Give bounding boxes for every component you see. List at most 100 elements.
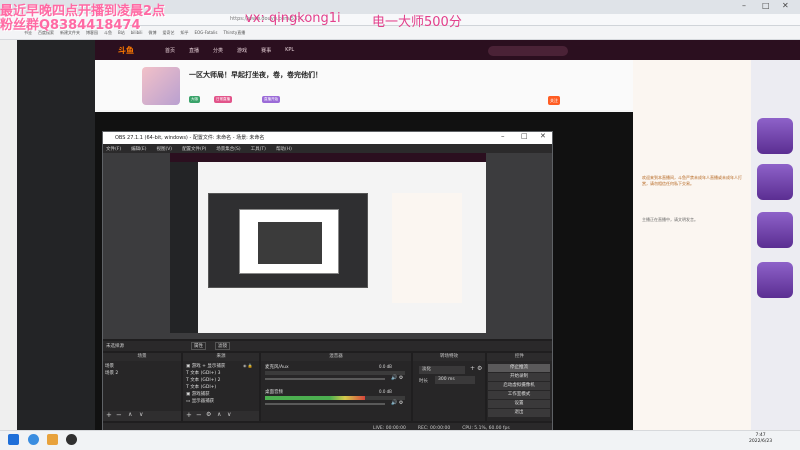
windows-start-icon[interactable] bbox=[8, 434, 19, 445]
mixer-track-name: 桌面音频 bbox=[265, 390, 283, 395]
source-label: 文本 (GDI+) 2 bbox=[190, 378, 221, 383]
taskbar-clock[interactable]: 7:47 2022/6/23 bbox=[749, 433, 772, 445]
source-label: 显示器捕获 bbox=[191, 399, 215, 404]
browser-side-panel bbox=[0, 40, 17, 430]
menu-help[interactable]: 帮助(H) bbox=[276, 146, 292, 152]
room-tag[interactable]: 直播开始 bbox=[262, 96, 280, 103]
source-label: 游戏 + 显示捕获 bbox=[191, 364, 226, 369]
menu-file[interactable]: 文件(F) bbox=[106, 146, 121, 152]
chat-message: 欢迎来到本直播间，斗鱼严禁未成年人直播或未成年人打赏，请勿相信任何私下交易。 bbox=[642, 175, 742, 186]
obs-menubar: 文件(F) 编辑(E) 视图(V) 配置文件(P) 场景集合(S) 工具(T) … bbox=[103, 144, 552, 153]
follow-button[interactable]: 关注 bbox=[548, 96, 560, 105]
scene-item[interactable]: 场景 bbox=[105, 363, 114, 369]
minimize-icon[interactable]: – bbox=[742, 1, 746, 10]
gift-item[interactable] bbox=[757, 118, 793, 154]
scene-item[interactable]: 场景 2 bbox=[105, 370, 118, 376]
source-item[interactable]: ▣ 游戏捕获 bbox=[186, 391, 210, 397]
nav-kpl[interactable]: KPL bbox=[285, 47, 294, 53]
source-item[interactable]: ▣ 游戏 + 显示捕获 bbox=[186, 363, 225, 369]
duration-input[interactable]: 300 ms bbox=[435, 376, 475, 384]
virtual-camera-button[interactable]: 启动虚拟摄像机 bbox=[488, 382, 550, 390]
obs-close-icon[interactable]: ✕ bbox=[540, 132, 546, 140]
bookmark-item[interactable]: Thirsty直播 bbox=[223, 30, 245, 36]
transition-select[interactable]: 淡化 bbox=[419, 366, 465, 374]
room-tag[interactable]: 日常直播 bbox=[214, 96, 232, 103]
scenes-dock-header: 场景 bbox=[103, 353, 181, 361]
chat-message: 主播正在直播中，请文明发言。 bbox=[642, 217, 698, 222]
preview-capture-chat bbox=[392, 193, 462, 303]
add-scene-icon[interactable]: + bbox=[106, 411, 112, 419]
menu-scene-collection[interactable]: 场景集合(S) bbox=[216, 146, 240, 152]
menu-tools[interactable]: 工具(T) bbox=[251, 146, 266, 152]
bookmark-item[interactable]: 知乎 bbox=[181, 30, 189, 36]
properties-button[interactable]: 属性 bbox=[191, 342, 206, 350]
start-recording-button[interactable]: 开始录制 bbox=[488, 373, 550, 381]
move-up-icon[interactable]: ∧ bbox=[217, 411, 221, 418]
source-settings-icon[interactable]: ⚙ bbox=[206, 411, 211, 418]
mixer-track-name: 麦克风/Aux bbox=[265, 365, 289, 370]
site-sidebar bbox=[17, 40, 95, 430]
file-explorer-icon[interactable] bbox=[47, 434, 58, 445]
gift-item[interactable] bbox=[757, 212, 793, 248]
volume-meter bbox=[265, 371, 405, 375]
nav-events[interactable]: 赛事 bbox=[261, 47, 271, 54]
speaker-icon[interactable]: 🔊 ⚙ bbox=[391, 400, 403, 406]
menu-profile[interactable]: 配置文件(P) bbox=[182, 146, 206, 152]
volume-slider[interactable] bbox=[265, 403, 385, 405]
clock-date: 2022/6/23 bbox=[749, 439, 773, 444]
site-header: 首页 直播 分类 游戏 赛事 KPL bbox=[95, 40, 800, 60]
gift-item[interactable] bbox=[757, 164, 793, 200]
nav-game[interactable]: 游戏 bbox=[237, 47, 247, 54]
audio-mixer: 麦克风/Aux 0.0 dB 🔊 ⚙ 桌面音频 0.0 dB 🔊 ⚙ bbox=[261, 361, 411, 421]
menu-view[interactable]: 视图(V) bbox=[156, 146, 172, 152]
overlay-vx-text: vx: qingkong1i bbox=[245, 11, 341, 26]
sources-list: ▣ 游戏 + 显示捕获 T 文本 (GDI+) 3 T 文本 (GDI+) 2 … bbox=[183, 361, 259, 411]
mixer-dock-header: 混音器 bbox=[261, 353, 411, 361]
source-item[interactable]: T 文本 (GDI+) bbox=[186, 384, 216, 390]
settings-button[interactable]: 设置 bbox=[488, 400, 550, 408]
remove-scene-icon[interactable]: − bbox=[116, 411, 122, 419]
obs-maximize-icon[interactable]: □ bbox=[521, 132, 528, 140]
site-search-input[interactable] bbox=[488, 46, 568, 56]
volume-slider[interactable] bbox=[265, 378, 385, 380]
site-logo[interactable]: 斗鱼 bbox=[118, 45, 134, 56]
source-label: 文本 (GDI+) 3 bbox=[190, 371, 221, 376]
browser-taskbar-icon[interactable] bbox=[28, 434, 39, 445]
bookmark-item[interactable]: EOG-Fatalis bbox=[195, 30, 218, 35]
source-item[interactable]: T 文本 (GDI+) 3 bbox=[186, 370, 220, 376]
obs-title: OBS 27.1.1 (64-bit, windows) - 配置文件: 未命名… bbox=[115, 135, 265, 141]
transition-settings-icon[interactable]: ⚙ bbox=[477, 365, 482, 372]
add-source-icon[interactable]: + bbox=[186, 411, 192, 419]
streamer-avatar[interactable] bbox=[142, 67, 180, 105]
transitions-dock: 淡化 + ⚙ 时长 300 ms bbox=[413, 361, 485, 421]
menu-edit[interactable]: 编辑(E) bbox=[131, 146, 146, 152]
preview-nested-obs bbox=[208, 193, 368, 288]
obs-taskbar-icon[interactable] bbox=[66, 434, 77, 445]
preview-capture-sidebar bbox=[170, 162, 198, 333]
move-up-icon[interactable]: ∧ bbox=[128, 411, 132, 418]
move-down-icon[interactable]: ∨ bbox=[227, 411, 231, 418]
close-icon[interactable]: ✕ bbox=[782, 1, 789, 10]
obs-minimize-icon[interactable]: – bbox=[501, 132, 505, 140]
nav-home[interactable]: 首页 bbox=[165, 47, 175, 54]
bookmark-item[interactable]: 爱奇艺 bbox=[163, 30, 175, 36]
obs-preview[interactable] bbox=[170, 153, 486, 333]
source-item[interactable]: ▭ 显示器捕获 bbox=[186, 398, 214, 404]
scenes-list: 场景 场景 2 bbox=[103, 361, 181, 411]
nav-live[interactable]: 直播 bbox=[189, 47, 199, 54]
eye-icon[interactable]: ◉ 🔒 bbox=[243, 363, 253, 368]
filters-button[interactable]: 滤镜 bbox=[215, 342, 230, 350]
source-item[interactable]: T 文本 (GDI+) 2 bbox=[186, 377, 220, 383]
exit-button[interactable]: 退出 bbox=[488, 409, 550, 417]
bookmark-item[interactable]: 微博 bbox=[149, 30, 157, 36]
add-transition-icon[interactable]: + bbox=[470, 365, 475, 372]
move-down-icon[interactable]: ∨ bbox=[139, 411, 143, 418]
gift-item[interactable] bbox=[757, 262, 793, 298]
maximize-icon[interactable]: □ bbox=[762, 1, 770, 10]
remove-source-icon[interactable]: − bbox=[196, 411, 202, 419]
room-tag[interactable]: 大咖 bbox=[189, 96, 200, 103]
nav-category[interactable]: 分类 bbox=[213, 47, 223, 54]
studio-mode-button[interactable]: 工作室模式 bbox=[488, 391, 550, 399]
stop-streaming-button[interactable]: 停止推流 bbox=[488, 364, 550, 372]
speaker-icon[interactable]: 🔊 ⚙ bbox=[391, 375, 403, 381]
